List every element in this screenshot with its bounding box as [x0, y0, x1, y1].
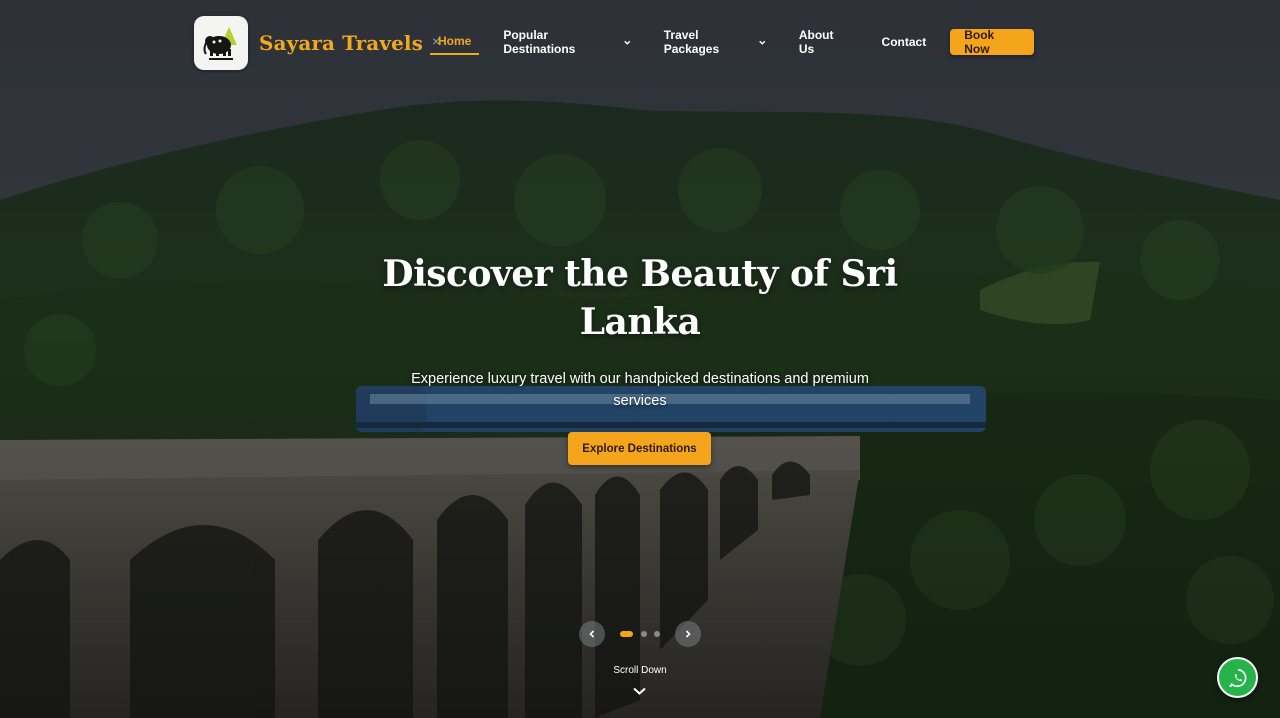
logo[interactable]: [194, 15, 248, 70]
hero-headline: Discover the Beauty of Sri Lanka: [382, 253, 898, 343]
brand-name[interactable]: Sayara Travels: [259, 31, 423, 55]
chevron-down-icon: [624, 40, 631, 45]
nav-item-home[interactable]: Home: [430, 29, 480, 55]
hero-section: [0, 0, 1280, 718]
carousel-next-button[interactable]: [675, 621, 701, 647]
chevron-down-icon[interactable]: [632, 686, 647, 696]
carousel-dot-1[interactable]: [620, 631, 633, 637]
chevron-right-icon: [685, 630, 691, 638]
elephant-logo-icon: [203, 26, 237, 60]
nav-item-travel-packages[interactable]: Travel Packages: [663, 28, 767, 56]
scroll-down-label: Scroll Down: [613, 665, 667, 676]
carousel-dot-3[interactable]: [654, 631, 660, 637]
nav-item-label: About Us: [798, 28, 834, 56]
chevron-left-icon: [589, 630, 595, 638]
nav-item-about-us[interactable]: About Us: [798, 28, 850, 56]
main-nav: Home Popular Destinations Travel Package…: [430, 28, 1034, 56]
nav-item-popular-destinations[interactable]: Popular Destinations: [503, 28, 631, 56]
whatsapp-icon: [1228, 668, 1246, 687]
chevron-down-icon: [759, 40, 766, 45]
nav-item-label: Travel Packages: [663, 28, 720, 56]
explore-destinations-button[interactable]: Explore Destinations: [568, 432, 711, 465]
whatsapp-button[interactable]: [1217, 657, 1258, 698]
book-now-button[interactable]: Book Now: [950, 28, 1034, 56]
nav-item-label: Popular Destinations: [503, 28, 576, 56]
nav-item-contact[interactable]: Contact: [882, 29, 927, 55]
hero-subheadline: Experience luxury travel with our handpi…: [411, 371, 869, 409]
nav-item-label: Home: [438, 34, 472, 48]
carousel-dot-2[interactable]: [641, 631, 647, 637]
carousel-prev-button[interactable]: [579, 621, 605, 647]
nav-item-label: Contact: [881, 35, 927, 49]
site-header: Sayara Travels × Home Popular Destinatio…: [194, 15, 1034, 70]
